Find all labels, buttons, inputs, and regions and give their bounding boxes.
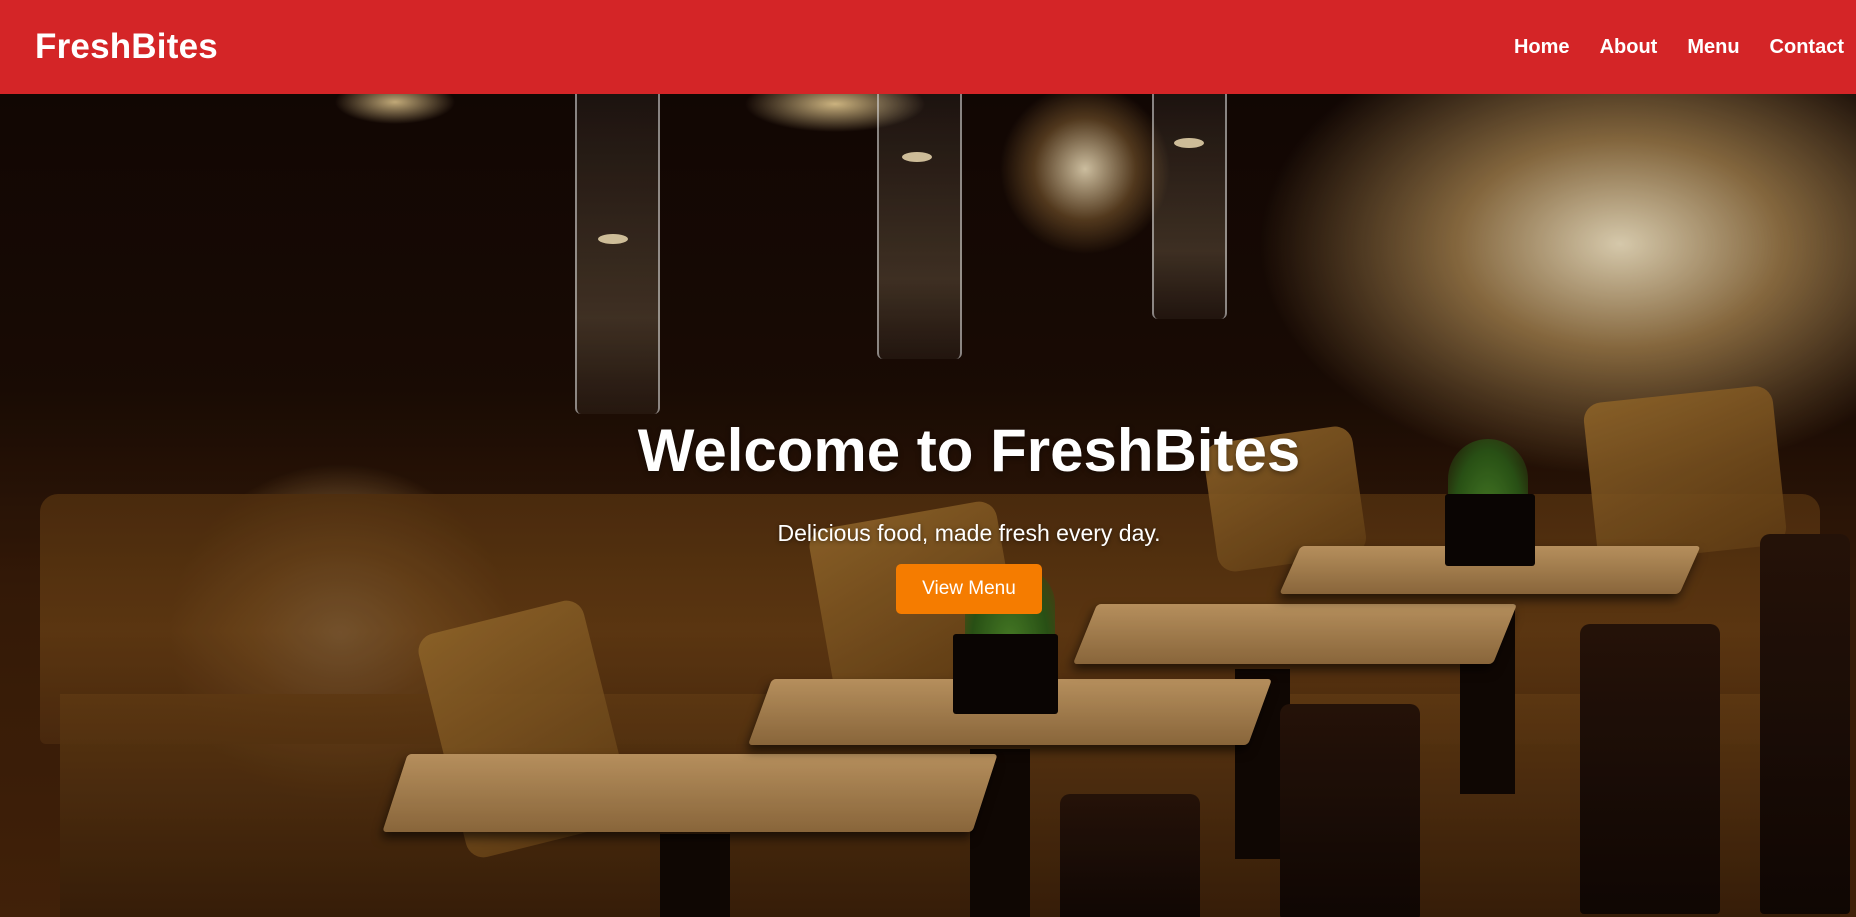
nav-link-menu[interactable]: Menu	[1687, 36, 1739, 59]
hero-content: Welcome to FreshBites Delicious food, ma…	[0, 418, 1856, 614]
table-top	[382, 754, 998, 832]
hero-section: Welcome to FreshBites Delicious food, ma…	[0, 94, 1856, 917]
pendant-lamp	[877, 94, 962, 359]
pendant-lamp	[1152, 94, 1227, 319]
chair	[1580, 624, 1720, 914]
main-nav: Home About Menu Contact	[1484, 36, 1844, 59]
nav-link-about[interactable]: About	[1600, 36, 1658, 59]
pendant-lamp-glow	[598, 234, 628, 244]
view-menu-button[interactable]: View Menu	[896, 564, 1042, 614]
site-header: FreshBites Home About Menu Contact	[0, 0, 1856, 94]
chair	[1060, 794, 1200, 917]
pendant-lamp-glow	[902, 152, 932, 162]
chair	[1280, 704, 1420, 917]
pendant-lamp-glow	[1174, 138, 1204, 148]
brand-logo[interactable]: FreshBites	[35, 27, 218, 67]
hero-subtitle: Delicious food, made fresh every day.	[777, 520, 1161, 546]
nav-link-contact[interactable]: Contact	[1770, 36, 1844, 59]
planter	[953, 634, 1058, 714]
nav-link-home[interactable]: Home	[1514, 36, 1570, 59]
hero-title: Welcome to FreshBites	[637, 417, 1301, 484]
table-leg	[660, 834, 730, 917]
pendant-lamp	[575, 94, 660, 414]
